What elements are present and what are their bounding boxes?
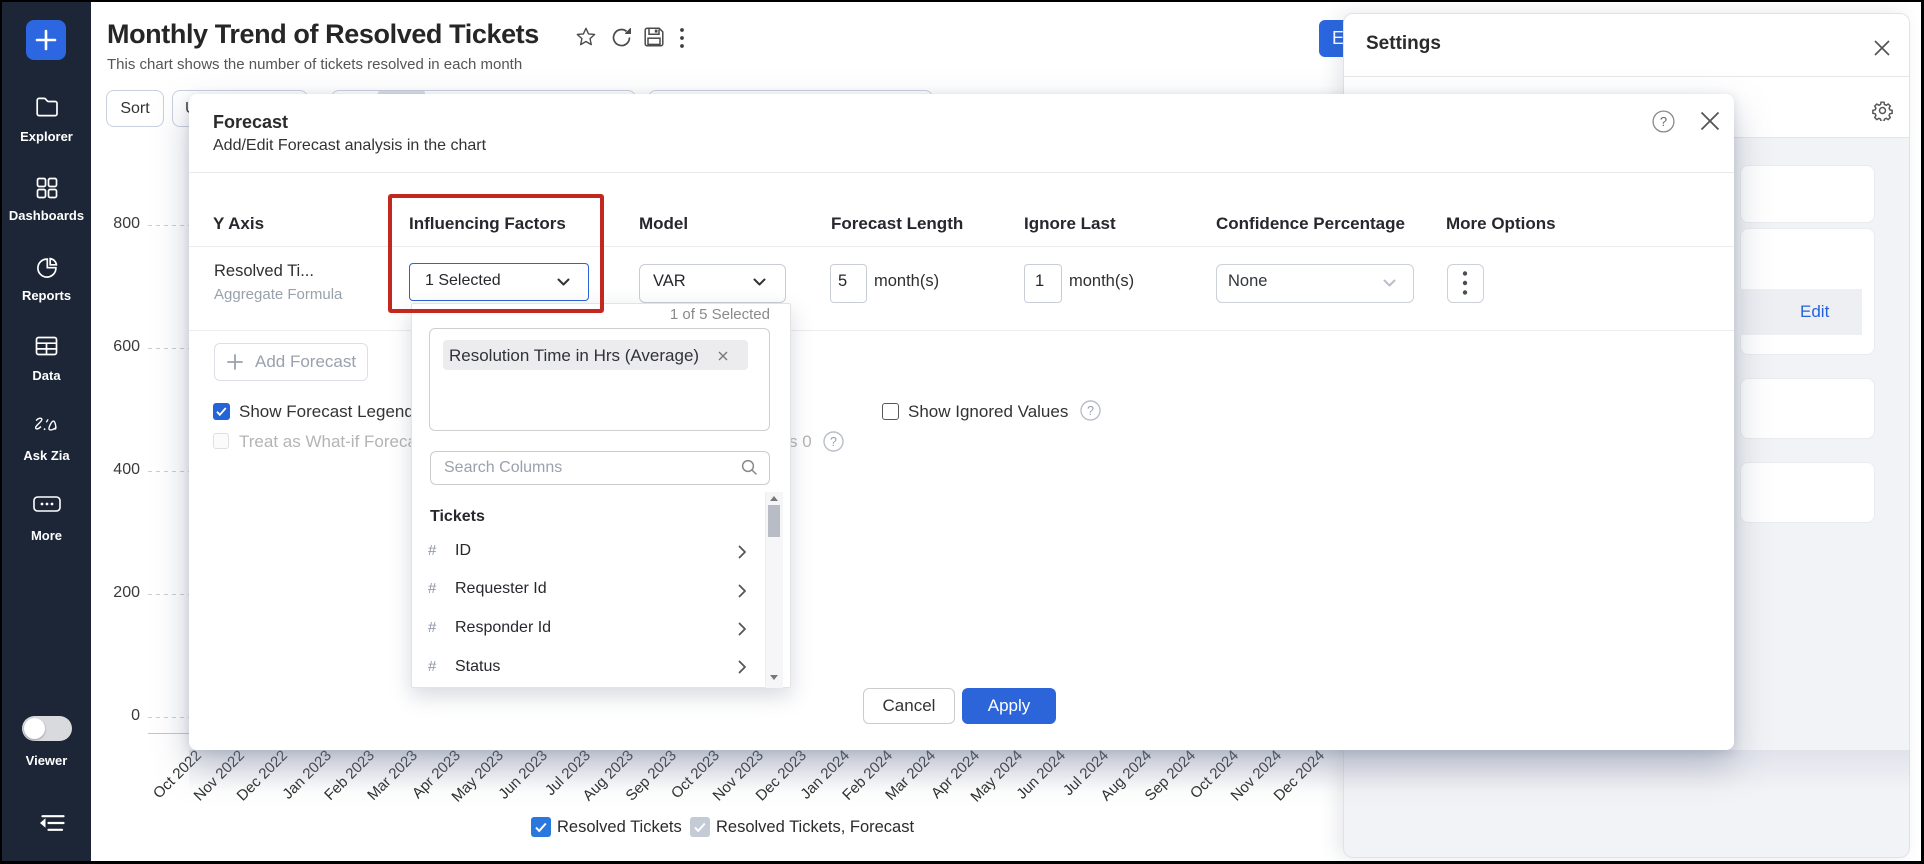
svg-text:?: ? — [1087, 404, 1094, 418]
svg-text:?: ? — [830, 435, 837, 449]
svg-text:?: ? — [1660, 114, 1667, 129]
